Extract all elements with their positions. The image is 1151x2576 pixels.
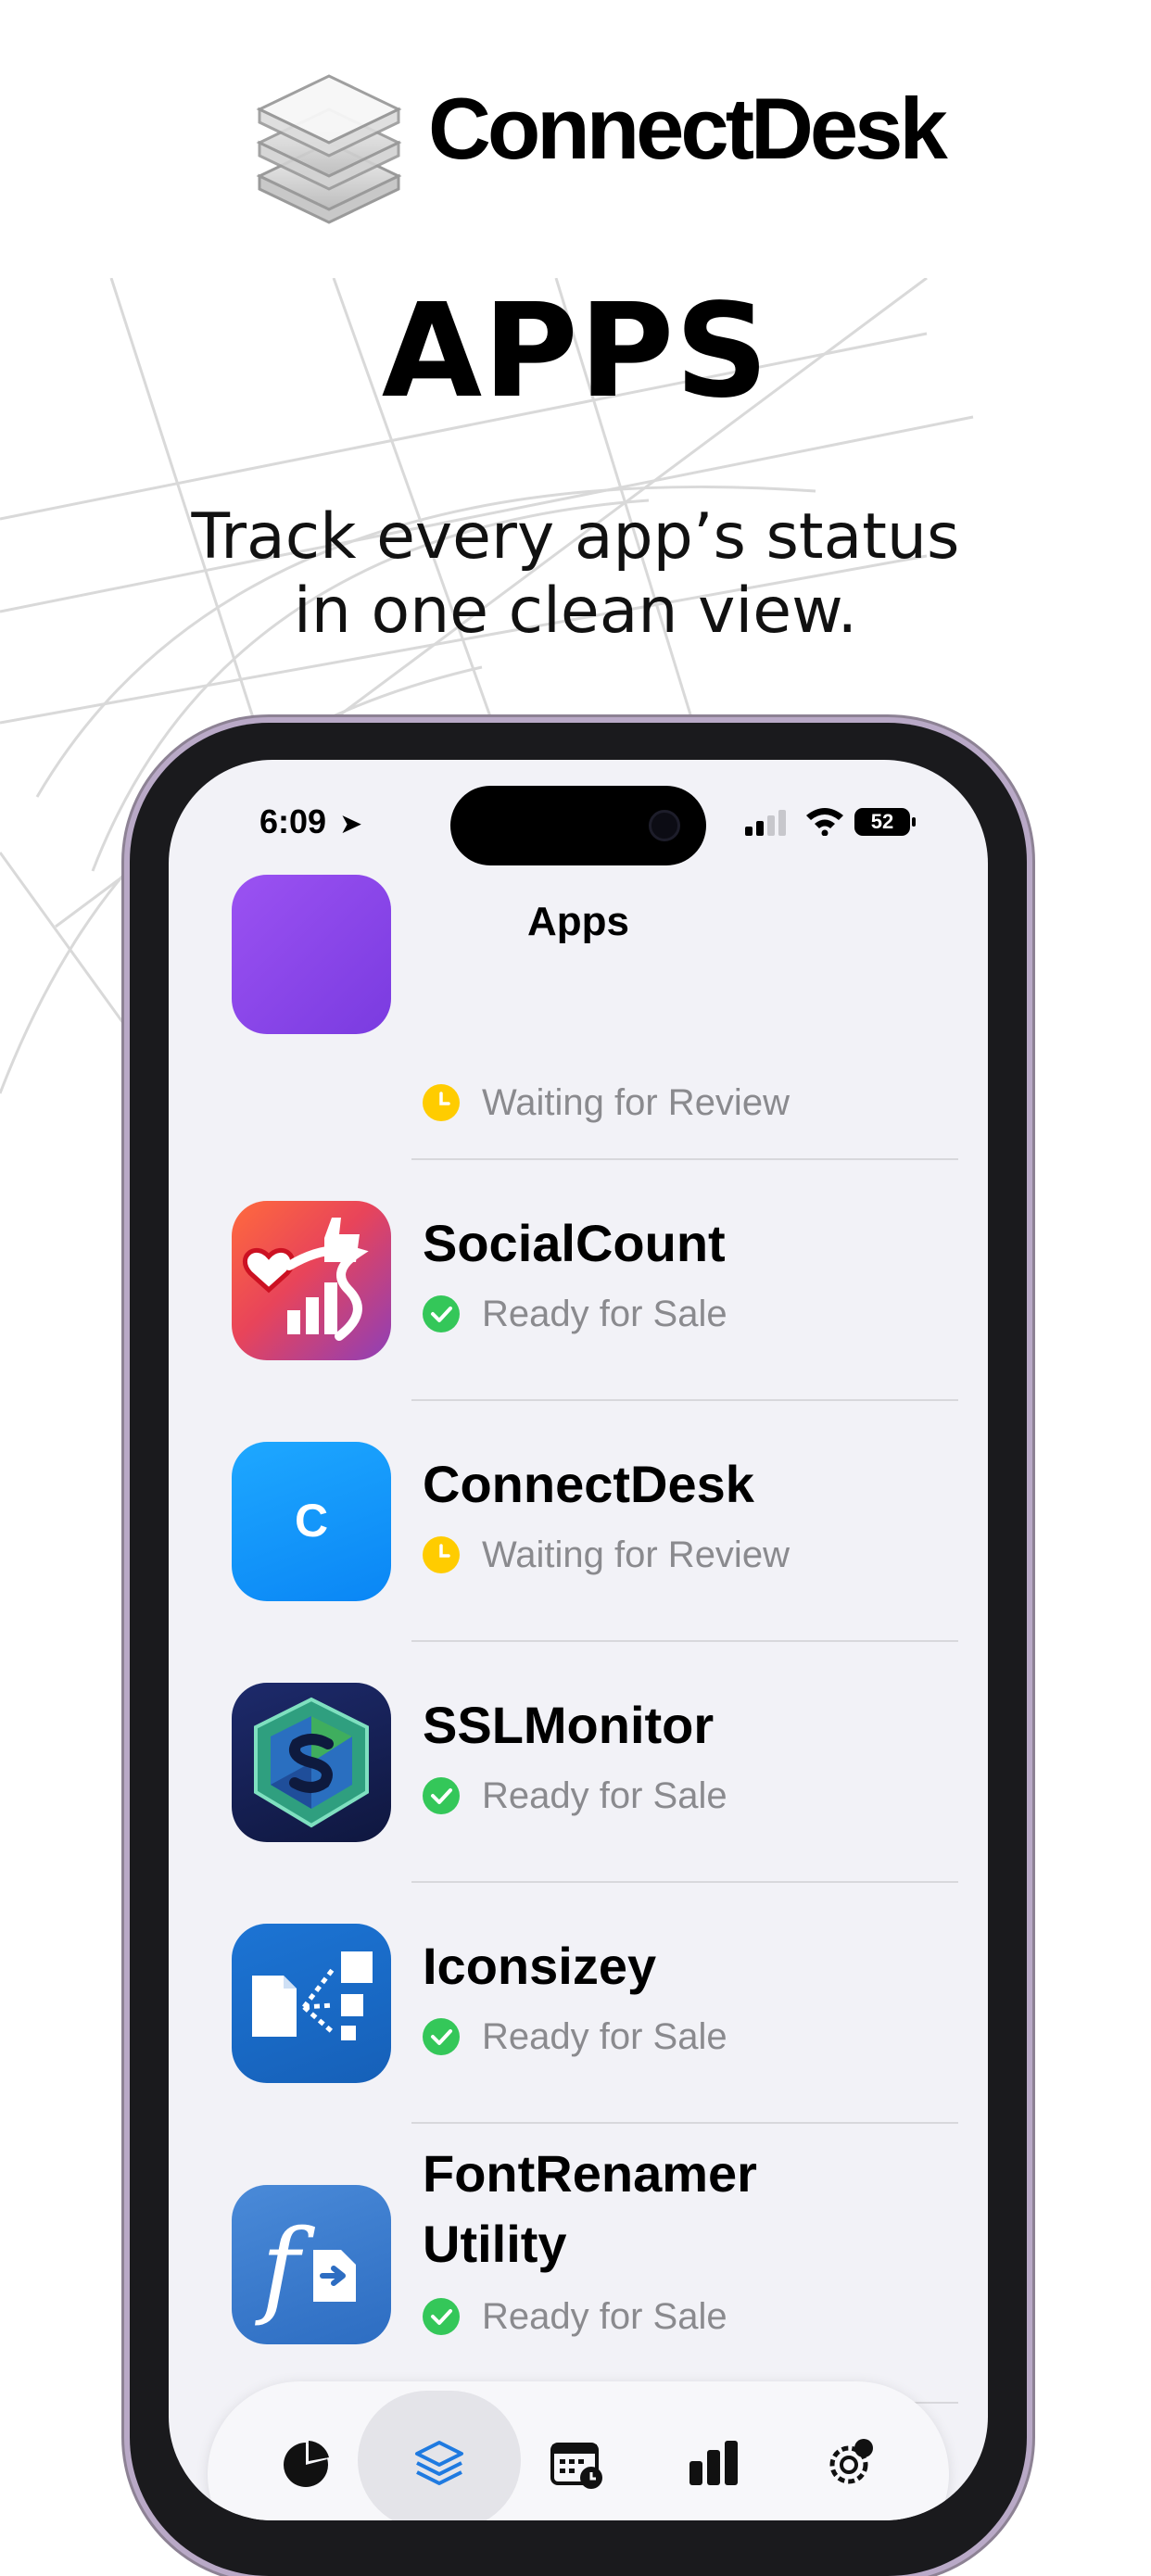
clock-status-icon: [423, 1084, 460, 1121]
list-item[interactable]: SocialCount Ready for Sale: [169, 1160, 988, 1399]
calendar-clock-icon: [550, 2443, 602, 2489]
socialcount-icon: [232, 1201, 391, 1360]
app-name-line-1: FontRenamer: [423, 2144, 757, 2203]
list-item[interactable]: f FontRenamer Utility Ready for Sale: [169, 2124, 988, 2402]
pie-chart-icon: [284, 2441, 329, 2487]
stacked-layers-logo: [256, 74, 402, 224]
connectdesk-icon-letter: C: [294, 1495, 329, 1547]
bar-chart-icon: [689, 2441, 738, 2485]
list-item[interactable]: Waiting for Review: [169, 875, 988, 1153]
hero-title: APPS: [381, 276, 770, 427]
wifi-icon: [806, 808, 843, 836]
app-status-text: Ready for Sale: [482, 1775, 727, 1816]
sslmonitor-shield-icon: [232, 1683, 391, 1842]
app-name: ConnectDesk: [423, 1455, 754, 1513]
fontrenamer-icon: f: [232, 2185, 391, 2344]
checkmark-status-icon: [423, 1295, 460, 1332]
checkmark-status-icon: [423, 2018, 460, 2055]
app-status-text: Ready for Sale: [482, 2296, 727, 2337]
hero-subtitle-line-1: Track every app’s status: [191, 500, 960, 574]
checkmark-status-icon: [423, 2298, 460, 2335]
app-name: FontRenamer Utility: [423, 2139, 757, 2279]
gear-person-icon: [829, 2439, 873, 2484]
status-indicators: 52: [745, 802, 916, 840]
connectdesk-c-icon: C: [232, 1442, 391, 1601]
purple-app-icon: [232, 875, 391, 1034]
dynamic-island: [450, 786, 706, 865]
location-arrow-icon: ➤: [339, 809, 363, 840]
app-status-text: Ready for Sale: [482, 1294, 727, 1334]
battery-indicator: 52: [854, 808, 916, 836]
list-item[interactable]: C ConnectDesk Waiting for Review: [169, 1401, 988, 1640]
clock-status-icon: [423, 1536, 460, 1573]
status-time: 6:09 ➤: [259, 802, 362, 841]
status-time-text: 6:09: [259, 802, 327, 840]
tab-bar: [208, 2381, 949, 2520]
camera-icon: [649, 810, 680, 841]
app-name: SocialCount: [423, 1214, 726, 1272]
app-status-text: Ready for Sale: [482, 2016, 727, 2057]
svg-text:f: f: [255, 2208, 316, 2329]
brand-header: ConnectDesk: [250, 65, 955, 232]
list-item[interactable]: SSLMonitor Ready for Sale: [169, 1642, 988, 1881]
layers-icon: [415, 2441, 463, 2485]
tab-settings[interactable]: [769, 2391, 932, 2520]
hero-subtitle: Track every app’s status in one clean vi…: [0, 500, 1151, 649]
brand-name: ConnectDesk: [428, 80, 948, 177]
app-status-text: Waiting for Review: [482, 1534, 790, 1575]
app-name-line-2: Utility: [423, 2215, 567, 2273]
app-status-text: Waiting for Review: [482, 1082, 790, 1123]
hero-subtitle-line-2: in one clean view.: [293, 575, 858, 648]
phone-screen: 6:09 ➤ 52 Apps Waiting for Review Social…: [169, 760, 988, 2520]
power-button: [1026, 1307, 1033, 1492]
iconsizey-icon: [232, 1924, 391, 2083]
app-name: SSLMonitor: [423, 1696, 715, 1754]
checkmark-status-icon: [423, 1777, 460, 1814]
cellular-signal-icon: [745, 810, 786, 836]
app-name: Iconsizey: [423, 1937, 657, 1995]
list-item[interactable]: Iconsizey Ready for Sale: [169, 1883, 988, 2122]
